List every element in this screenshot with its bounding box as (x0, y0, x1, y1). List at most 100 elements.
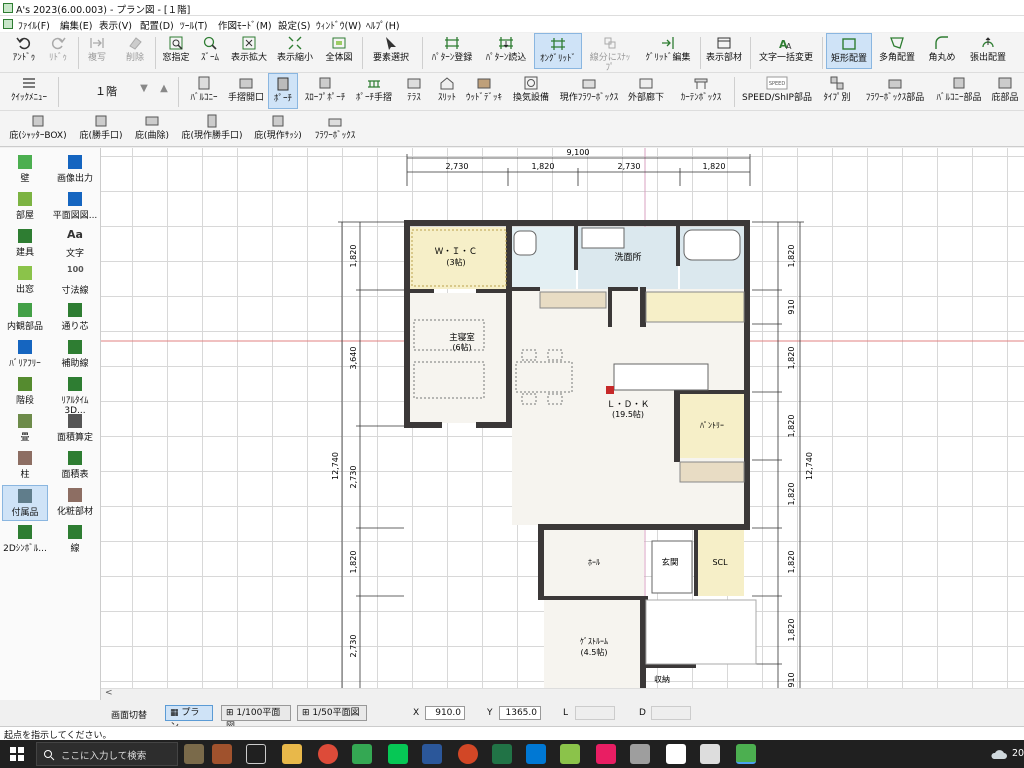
windows-start-icon[interactable] (10, 747, 24, 761)
sidebar-item-room[interactable]: 部屋 (2, 189, 48, 225)
line-icon[interactable] (388, 744, 408, 764)
sidebar-item-accessory[interactable]: 付属品 (2, 485, 48, 521)
active-app-icon[interactable] (736, 744, 756, 764)
scale-100-button[interactable]: ⊞ 1/100平面図 (221, 705, 291, 732)
undo-button[interactable]: ｱﾝﾄﾞｩ (4, 33, 44, 69)
grid-edit-button[interactable]: ｸﾞﾘｯﾄﾞ編集 (642, 33, 694, 69)
taskbar-app-photo-icon[interactable] (184, 744, 204, 764)
menu-window[interactable]: ｳｨﾝﾄﾞｳ(W) (316, 18, 361, 32)
sidebar-item-plan[interactable]: 平面図図... (52, 189, 98, 225)
display-parts-button[interactable]: 表示部材 (704, 33, 744, 69)
scroll-left-arrow-icon[interactable]: < (105, 688, 113, 698)
railing-opening-button[interactable]: 手摺開口 (226, 73, 266, 109)
sidebar-item-area-table[interactable]: 面積表 (52, 448, 98, 484)
expand-view-button[interactable]: 表示拡大 (230, 33, 268, 69)
redo-button[interactable]: ﾘﾄﾞｩ (42, 33, 74, 69)
delete-button[interactable]: 削除 (120, 33, 150, 69)
custom-flowerbox-button[interactable]: 現作ﾌﾗﾜｰﾎﾞｯｸｽ (556, 73, 622, 109)
weather-cloud-icon[interactable] (990, 748, 1008, 760)
chrome-icon[interactable] (318, 744, 338, 764)
sidebar-item-image-export[interactable]: 画像出力 (52, 152, 98, 188)
quick-menu-button[interactable]: ｸｲｯｸﾒﾆｭｰ (4, 73, 54, 109)
slope-porch-button[interactable]: ｽﾛｰﾌﾟﾎﾟｰﾁ (302, 73, 348, 109)
scale-50-button[interactable]: ⊞ 1/50平面図 (297, 705, 367, 721)
sidebar-item-axis[interactable]: 通り芯 (52, 300, 98, 336)
sidebar-item-symbol-2d[interactable]: 2Dｼﾝﾎﾞﾙ... (2, 522, 48, 558)
floor-down-button[interactable]: ▼ (136, 83, 152, 99)
eave-custom-back-door-button[interactable]: 庇(現作勝手口) (180, 111, 244, 147)
app-3d-icon[interactable] (596, 744, 616, 764)
jw-cad-icon[interactable] (666, 744, 686, 764)
eave-parts-button[interactable]: 庇部品 (988, 73, 1022, 109)
distance-field[interactable] (651, 706, 691, 720)
menu-view[interactable]: 表示(V) (99, 18, 132, 32)
menu-help[interactable]: ﾍﾙﾌﾟ(H) (366, 18, 400, 32)
wood-deck-button[interactable]: ｳｯﾄﾞﾃﾞｯｷ (464, 73, 504, 109)
app-cube-icon[interactable] (560, 744, 580, 764)
zoom-button[interactable]: ｽﾞｰﾑ (196, 33, 224, 69)
x-coord-field[interactable]: 910.0 (425, 706, 465, 720)
pattern-load-button[interactable]: ﾊﾟﾀｰﾝ読込 (482, 33, 530, 69)
floor-selector[interactable]: １階 (76, 83, 136, 99)
type-parts-button[interactable]: ﾀｲﾌﾟ別 (818, 73, 856, 109)
window-select-button[interactable]: 窓指定 (160, 33, 192, 69)
sidebar-item-barrier-free[interactable]: ﾊﾞﾘｱﾌﾘｰ (2, 337, 48, 373)
curtain-box-button[interactable]: ｶｰﾃﾝﾎﾞｯｸｽ (672, 73, 730, 109)
porch-railing-button[interactable]: ﾎﾟｰﾁ手摺 (352, 73, 396, 109)
pattern-save-button[interactable]: ﾊﾟﾀｰﾝ登録 (428, 33, 476, 69)
sidebar-item-aux-line[interactable]: 補助線 (52, 337, 98, 373)
excel-icon[interactable] (492, 744, 512, 764)
sidebar-item-line[interactable]: 線 (52, 522, 98, 558)
slit-button[interactable]: ｽﾘｯﾄ (432, 73, 462, 109)
sidebar-item-realtime-3d[interactable]: ﾘｱﾙﾀｲﾑ3D... (52, 374, 98, 416)
powerpoint-icon[interactable] (458, 744, 478, 764)
task-view-icon[interactable] (246, 744, 266, 764)
round-corner-button[interactable]: 角丸め (922, 33, 962, 69)
drawing-canvas[interactable]: 9,100 2,730 1,820 2,730 1,820 1,820 3,64… (101, 148, 1024, 688)
terrace-button[interactable]: ﾃﾗｽ (400, 73, 428, 109)
outer-corridor-button[interactable]: 外部廊下 (626, 73, 666, 109)
sidebar-item-interior[interactable]: 内観部品 (2, 300, 48, 336)
horizontal-scrollbar[interactable]: < (101, 688, 1024, 700)
sidebar-item-door[interactable]: 建具 (2, 226, 48, 262)
sidebar-item-trim[interactable]: 化粧部材 (52, 485, 98, 521)
sidebar-item-dimension[interactable]: 100 寸法線 (52, 263, 98, 299)
text-replace-button[interactable]: AA 文字一括変更 (756, 33, 816, 69)
menu-place[interactable]: 配置(D) (140, 18, 174, 32)
snap-button[interactable]: 線分にｽﾅｯﾌﾟ (586, 33, 634, 73)
flowerbox-button[interactable]: ﾌﾗﾜｰﾎﾞｯｸｽ (310, 111, 360, 147)
sidebar-item-wall[interactable]: 壁 (2, 152, 48, 188)
y-coord-field[interactable]: 1365.0 (499, 706, 541, 720)
as-app-icon[interactable] (700, 744, 720, 764)
taskbar-app-briefcase-icon[interactable] (212, 744, 232, 764)
sidebar-item-bay-window[interactable]: 出窓 (2, 263, 48, 299)
word-icon[interactable] (422, 744, 442, 764)
extrude-place-button[interactable]: 張出配置 (964, 33, 1012, 69)
file-explorer-icon[interactable] (282, 744, 302, 764)
speed-ship-parts-button[interactable]: SPEED SPEED/ShIP部品 (740, 73, 814, 109)
porch-button[interactable]: ﾎﾟｰﾁ (268, 73, 298, 109)
fit-all-button[interactable]: 全体図 (322, 33, 356, 69)
eave-shutter-box-button[interactable]: 庇(ｼｬｯﾀｰBOX) (6, 111, 70, 147)
length-field[interactable] (575, 706, 615, 720)
sidebar-item-stairs[interactable]: 階段 (2, 374, 48, 410)
sidebar-item-text[interactable]: Aa 文字 (52, 226, 98, 262)
app-paint-icon[interactable] (630, 744, 650, 764)
menu-mode[interactable]: 作図ﾓｰﾄﾞ(M) (218, 18, 272, 32)
menu-file[interactable]: ﾌｧｲﾙ(F) (18, 18, 50, 32)
balcony-parts-button[interactable]: ﾊﾞﾙｺﾆｰ部品 (932, 73, 986, 109)
floor-up-button[interactable]: ▲ (156, 83, 172, 99)
copy-button[interactable]: 複写 (82, 33, 112, 69)
select-element-button[interactable]: 要素選択 (366, 33, 416, 69)
sidebar-item-area-calc[interactable]: 面積算定 (52, 411, 98, 447)
sidebar-item-tatami[interactable]: 畳 (2, 411, 48, 447)
flowerbox-parts-button[interactable]: ﾌﾗﾜｰﾎﾞｯｸｽ部品 (862, 73, 928, 109)
ventilation-button[interactable]: 換気設備 (510, 73, 552, 109)
eave-curve-button[interactable]: 庇(曲除) (130, 111, 174, 147)
balcony-button[interactable]: ﾊﾞﾙｺﾆｰ (184, 73, 224, 109)
menu-edit[interactable]: 編集(E) (60, 18, 92, 32)
sidebar-item-column[interactable]: 柱 (2, 448, 48, 484)
taskbar-search[interactable]: ここに入力して検索 (36, 742, 178, 766)
eave-back-door-button[interactable]: 庇(勝手口) (76, 111, 126, 147)
app-w-icon[interactable] (352, 744, 372, 764)
